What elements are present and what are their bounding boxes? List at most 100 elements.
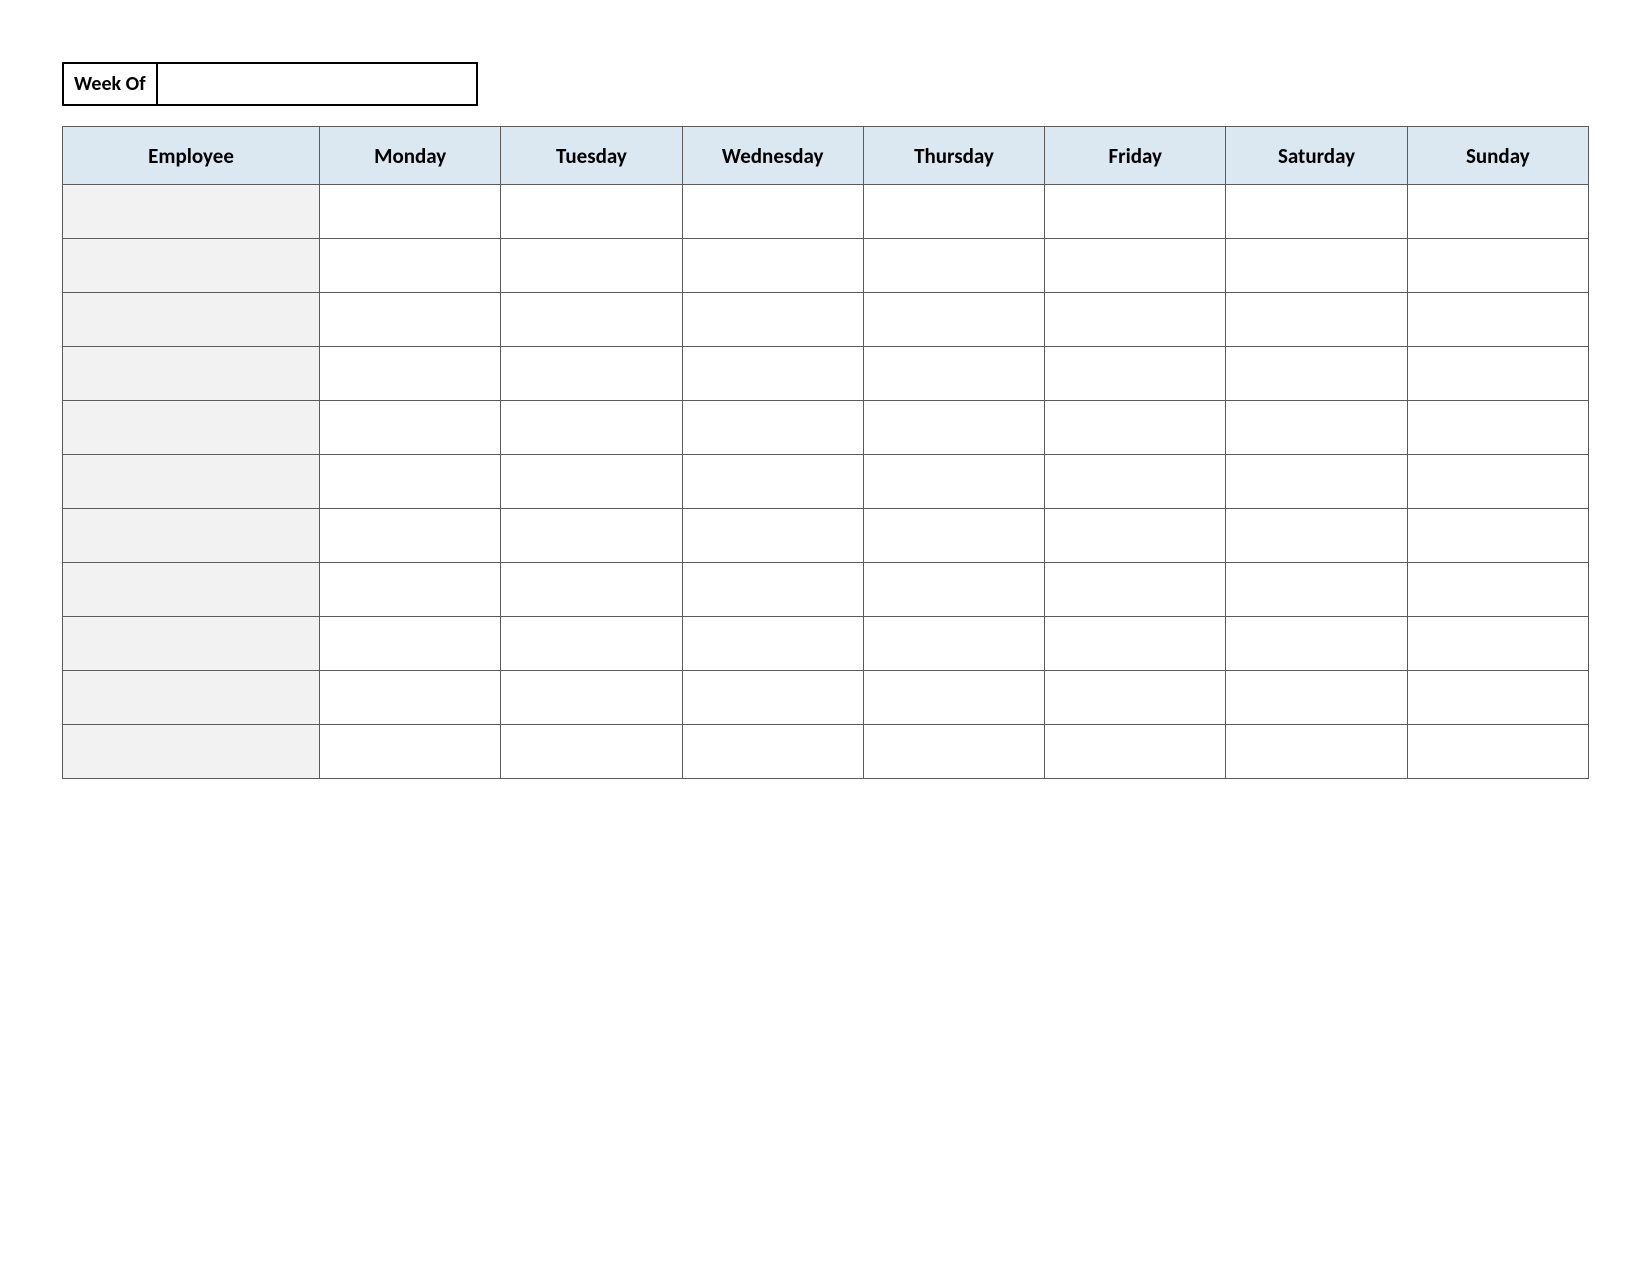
day-cell[interactable] xyxy=(1407,185,1588,239)
day-cell[interactable] xyxy=(1045,617,1226,671)
day-cell[interactable] xyxy=(1045,401,1226,455)
day-cell[interactable] xyxy=(320,509,501,563)
day-cell[interactable] xyxy=(501,185,682,239)
day-cell[interactable] xyxy=(1045,671,1226,725)
week-of-label: Week Of xyxy=(62,62,158,106)
day-cell[interactable] xyxy=(1226,671,1407,725)
day-cell[interactable] xyxy=(501,563,682,617)
day-cell[interactable] xyxy=(1045,455,1226,509)
employee-cell[interactable] xyxy=(63,293,320,347)
day-cell[interactable] xyxy=(1045,563,1226,617)
day-cell[interactable] xyxy=(501,455,682,509)
day-cell[interactable] xyxy=(682,185,863,239)
day-cell[interactable] xyxy=(682,509,863,563)
day-cell[interactable] xyxy=(1226,185,1407,239)
table-row xyxy=(63,725,1589,779)
employee-cell[interactable] xyxy=(63,185,320,239)
day-cell[interactable] xyxy=(1226,617,1407,671)
day-cell[interactable] xyxy=(1407,239,1588,293)
day-cell[interactable] xyxy=(682,239,863,293)
day-cell[interactable] xyxy=(682,671,863,725)
day-cell[interactable] xyxy=(1226,509,1407,563)
schedule-table: Employee Monday Tuesday Wednesday Thursd… xyxy=(62,126,1589,779)
day-cell[interactable] xyxy=(1045,347,1226,401)
employee-cell[interactable] xyxy=(63,725,320,779)
day-cell[interactable] xyxy=(1407,347,1588,401)
day-cell[interactable] xyxy=(320,239,501,293)
day-cell[interactable] xyxy=(1226,239,1407,293)
day-cell[interactable] xyxy=(682,563,863,617)
day-cell[interactable] xyxy=(320,401,501,455)
day-cell[interactable] xyxy=(863,509,1044,563)
day-cell[interactable] xyxy=(682,347,863,401)
day-cell[interactable] xyxy=(320,293,501,347)
header-saturday: Saturday xyxy=(1226,127,1407,185)
day-cell[interactable] xyxy=(863,563,1044,617)
week-of-container: Week Of xyxy=(62,62,1590,106)
employee-cell[interactable] xyxy=(63,347,320,401)
day-cell[interactable] xyxy=(320,455,501,509)
day-cell[interactable] xyxy=(863,725,1044,779)
day-cell[interactable] xyxy=(501,725,682,779)
day-cell[interactable] xyxy=(1407,509,1588,563)
day-cell[interactable] xyxy=(320,725,501,779)
employee-cell[interactable] xyxy=(63,239,320,293)
day-cell[interactable] xyxy=(863,239,1044,293)
day-cell[interactable] xyxy=(501,347,682,401)
day-cell[interactable] xyxy=(863,293,1044,347)
day-cell[interactable] xyxy=(1226,725,1407,779)
day-cell[interactable] xyxy=(320,347,501,401)
day-cell[interactable] xyxy=(682,401,863,455)
table-row xyxy=(63,563,1589,617)
day-cell[interactable] xyxy=(1407,671,1588,725)
day-cell[interactable] xyxy=(1045,239,1226,293)
employee-cell[interactable] xyxy=(63,455,320,509)
day-cell[interactable] xyxy=(863,401,1044,455)
employee-cell[interactable] xyxy=(63,617,320,671)
employee-cell[interactable] xyxy=(63,401,320,455)
schedule-document: Week Of Employee Monday Tuesday Wednesda… xyxy=(0,0,1650,1275)
day-cell[interactable] xyxy=(863,455,1044,509)
day-cell[interactable] xyxy=(320,185,501,239)
day-cell[interactable] xyxy=(1045,293,1226,347)
day-cell[interactable] xyxy=(1407,563,1588,617)
day-cell[interactable] xyxy=(682,617,863,671)
day-cell[interactable] xyxy=(501,293,682,347)
table-row xyxy=(63,293,1589,347)
employee-cell[interactable] xyxy=(63,509,320,563)
employee-cell[interactable] xyxy=(63,563,320,617)
day-cell[interactable] xyxy=(1407,617,1588,671)
day-cell[interactable] xyxy=(1226,293,1407,347)
day-cell[interactable] xyxy=(863,671,1044,725)
day-cell[interactable] xyxy=(320,563,501,617)
day-cell[interactable] xyxy=(1226,563,1407,617)
day-cell[interactable] xyxy=(1226,347,1407,401)
day-cell[interactable] xyxy=(1226,401,1407,455)
day-cell[interactable] xyxy=(682,725,863,779)
day-cell[interactable] xyxy=(501,671,682,725)
day-cell[interactable] xyxy=(1407,293,1588,347)
day-cell[interactable] xyxy=(501,617,682,671)
day-cell[interactable] xyxy=(863,185,1044,239)
day-cell[interactable] xyxy=(1045,509,1226,563)
header-thursday: Thursday xyxy=(863,127,1044,185)
day-cell[interactable] xyxy=(501,509,682,563)
day-cell[interactable] xyxy=(1407,725,1588,779)
day-cell[interactable] xyxy=(1407,401,1588,455)
day-cell[interactable] xyxy=(501,239,682,293)
header-tuesday: Tuesday xyxy=(501,127,682,185)
day-cell[interactable] xyxy=(863,347,1044,401)
day-cell[interactable] xyxy=(1045,185,1226,239)
day-cell[interactable] xyxy=(1226,455,1407,509)
day-cell[interactable] xyxy=(682,455,863,509)
day-cell[interactable] xyxy=(682,293,863,347)
employee-cell[interactable] xyxy=(63,671,320,725)
day-cell[interactable] xyxy=(863,617,1044,671)
week-of-input[interactable] xyxy=(158,62,478,106)
day-cell[interactable] xyxy=(320,671,501,725)
day-cell[interactable] xyxy=(320,617,501,671)
day-cell[interactable] xyxy=(501,401,682,455)
table-row xyxy=(63,455,1589,509)
day-cell[interactable] xyxy=(1407,455,1588,509)
day-cell[interactable] xyxy=(1045,725,1226,779)
